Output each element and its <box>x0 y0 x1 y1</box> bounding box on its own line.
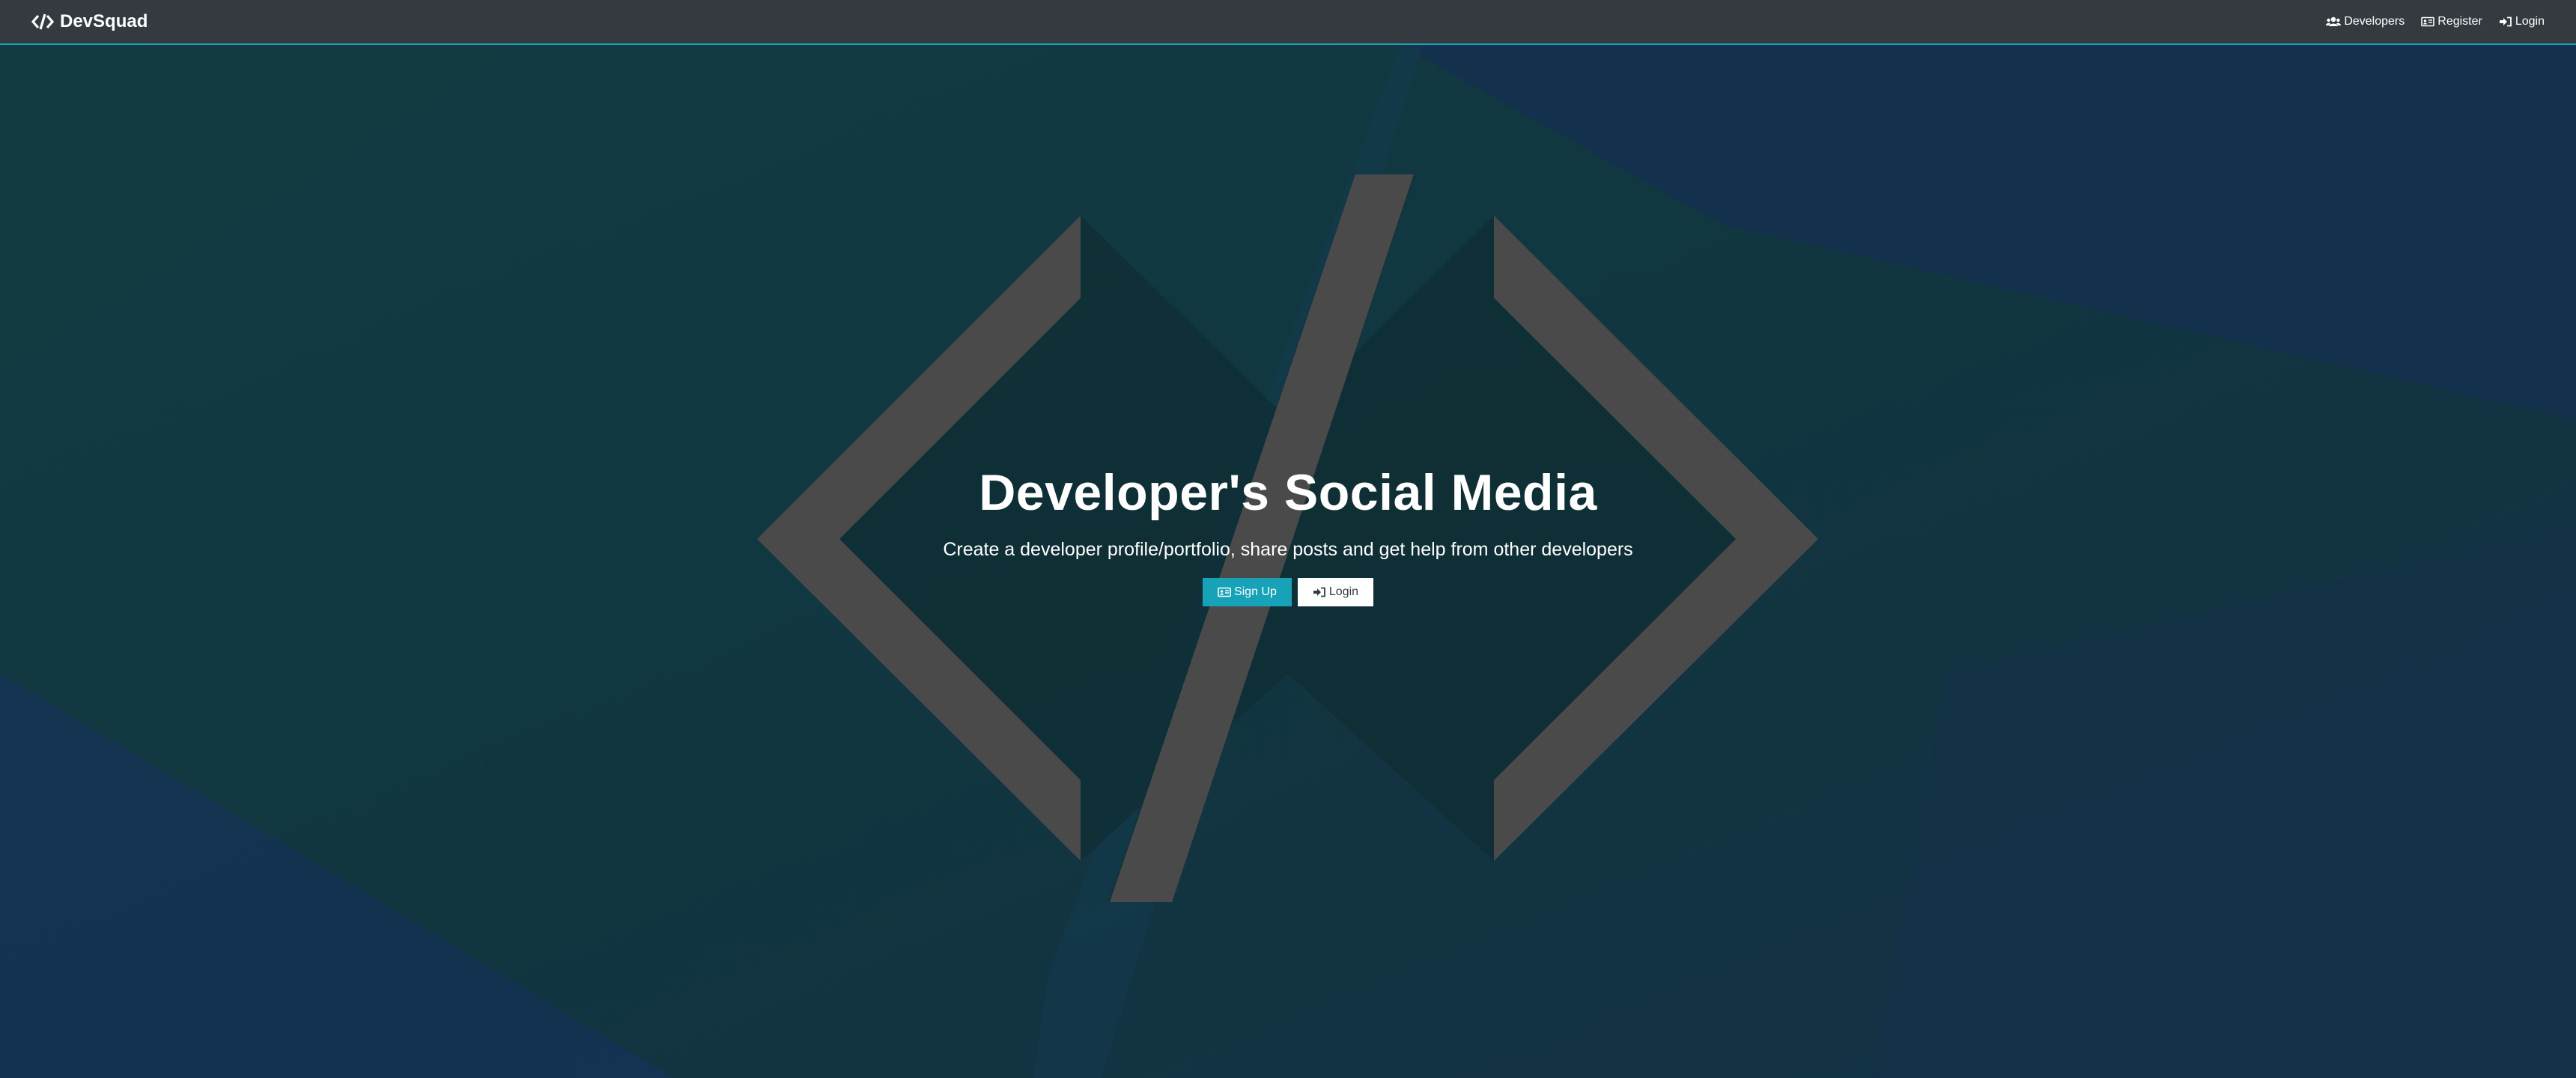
nav-login-link[interactable]: Login <box>2499 15 2545 28</box>
sign-up-label: Sign Up <box>1233 585 1277 599</box>
code-icon <box>31 13 54 30</box>
navbar: DevSquad Developers Register Login <box>0 0 2576 45</box>
sign-up-button[interactable]: Sign Up <box>1202 578 1292 607</box>
brand-link[interactable]: DevSquad <box>31 0 148 43</box>
sign-in-icon <box>2499 16 2512 27</box>
nav-links: Developers Register Login <box>2309 0 2545 43</box>
nav-register-link[interactable]: Register <box>2421 15 2482 28</box>
landing-title: Developer's Social Media <box>979 464 1597 521</box>
nav-register-label: Register <box>2437 15 2482 28</box>
landing-lead: Create a developer profile/portfolio, sh… <box>943 538 1633 560</box>
landing-section: Developer's Social Media Create a develo… <box>0 463 2576 607</box>
login-label: Login <box>1328 585 1359 599</box>
sign-in-icon <box>1313 587 1326 597</box>
users-icon <box>2326 16 2342 27</box>
id-card-icon <box>2421 16 2435 27</box>
login-button[interactable]: Login <box>1297 578 1374 607</box>
nav-developers-label: Developers <box>2344 15 2405 28</box>
nav-login-label: Login <box>2515 15 2545 28</box>
landing-buttons: Sign Up Login <box>0 578 2576 607</box>
id-card-icon <box>1218 587 1231 597</box>
brand-name: DevSquad <box>60 11 148 31</box>
nav-developers-link[interactable]: Developers <box>2326 15 2405 28</box>
